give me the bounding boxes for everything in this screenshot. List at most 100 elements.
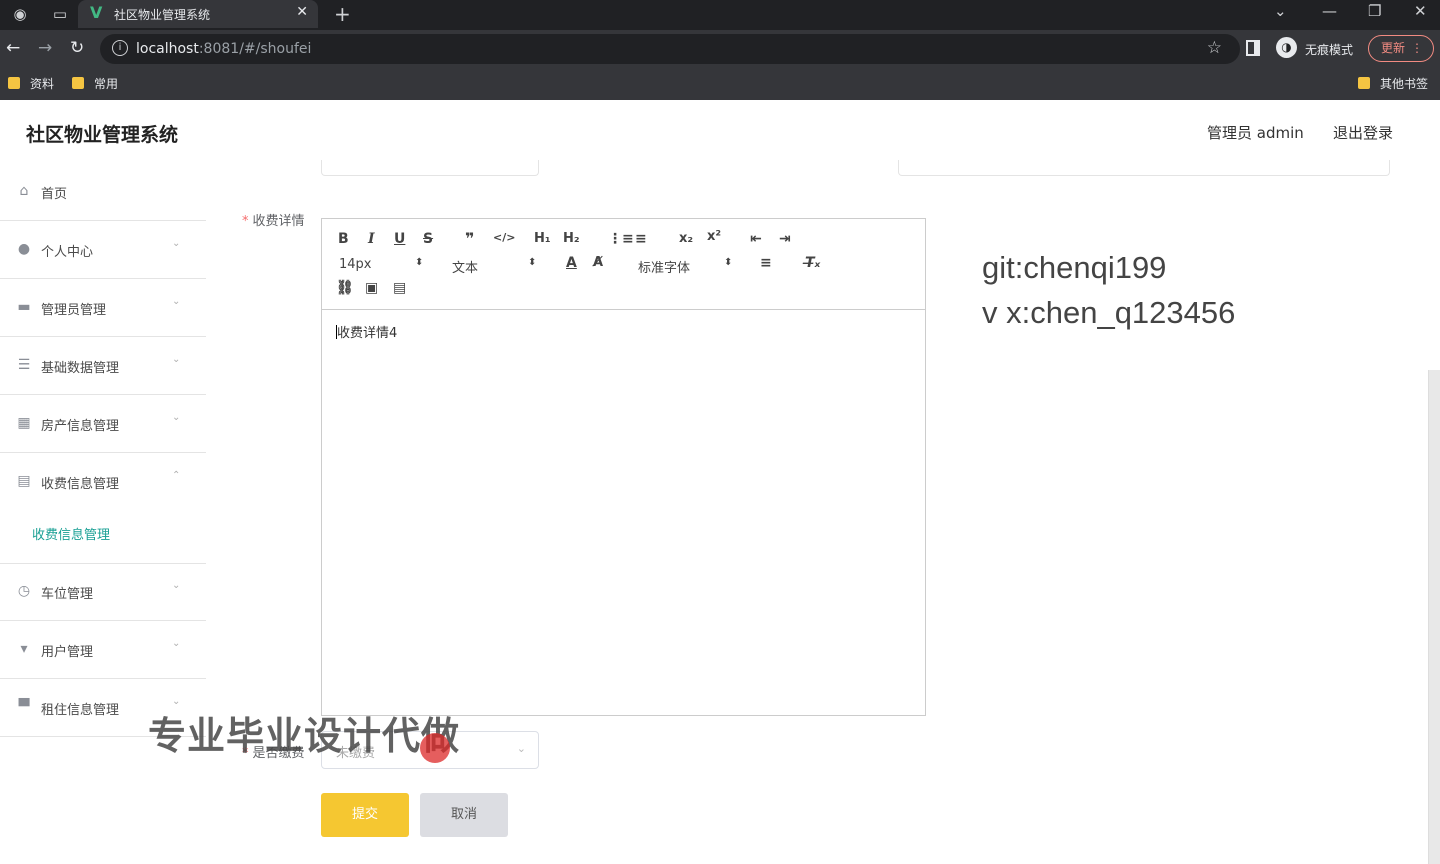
app-page: 社区物业管理系统 管理员 admin 退出登录 ⌂ 首页 ● 个人中心 ⌄ ▬ … bbox=[0, 100, 1440, 864]
list-icon: ☰ bbox=[17, 357, 31, 373]
editor-content-text: 收费详情4 bbox=[337, 326, 398, 341]
bookmark-folder-1[interactable]: 常用 bbox=[72, 75, 118, 92]
new-tab-button[interactable]: + bbox=[334, 2, 351, 26]
clipboard-icon: ▤ bbox=[17, 473, 31, 489]
indent-icon[interactable]: ⇥ bbox=[779, 231, 791, 247]
font-size-select[interactable]: 14px ⬍ bbox=[339, 257, 423, 272]
user-mgmt-icon: ▾ bbox=[20, 641, 28, 657]
chevron-down-icon: ⌄ bbox=[172, 580, 181, 591]
strike-icon[interactable]: S bbox=[423, 231, 433, 247]
browser-profile-icon[interactable]: ◉ bbox=[10, 4, 30, 24]
cancel-button[interactable]: 取消 bbox=[420, 793, 508, 837]
detail-label-text: 收费详情 bbox=[252, 214, 305, 229]
clear-format-icon[interactable]: T̶ₓ bbox=[805, 255, 820, 271]
sidebar-item-personal-center[interactable]: ● 个人中心 ⌄ bbox=[0, 222, 206, 279]
align-icon[interactable]: ≡ bbox=[760, 255, 772, 271]
address-bar[interactable]: i localhost:8081/#/shoufei ☆ bbox=[100, 34, 1240, 64]
sidebar-item-label: 基础数据管理 bbox=[41, 361, 120, 376]
outdent-icon[interactable]: ⇤ bbox=[750, 231, 762, 247]
sidebar-subitem-fee-info[interactable]: 收费信息管理 bbox=[32, 524, 110, 543]
select-arrow-icon: ⬍ bbox=[724, 257, 733, 268]
watermark-wechat: v x:chen_q123456 bbox=[982, 295, 1236, 330]
update-label: 更新 bbox=[1381, 41, 1406, 55]
chevron-down-icon: ⌄ bbox=[172, 412, 181, 423]
sidebar-item-base-data[interactable]: ☰ 基础数据管理 ⌄ bbox=[0, 338, 206, 395]
blockquote-icon[interactable]: ❞ bbox=[465, 229, 474, 248]
font-family-select[interactable]: 标准字体 ⬍ bbox=[638, 257, 732, 276]
sidebar-item-user-management[interactable]: ▾ 用户管理 ⌄ bbox=[0, 622, 206, 679]
minimize-icon[interactable]: — bbox=[1322, 2, 1337, 20]
sidebar-item-label: 收费信息管理 bbox=[41, 477, 120, 492]
font-size-value: 14px bbox=[339, 257, 372, 272]
detail-label: * 收费详情 bbox=[242, 210, 305, 229]
select-arrow-icon: ⬍ bbox=[415, 257, 424, 268]
back-icon[interactable]: ← bbox=[6, 38, 20, 58]
reload-icon[interactable]: ↻ bbox=[70, 38, 84, 58]
forward-icon[interactable]: → bbox=[38, 38, 52, 58]
editor-content[interactable]: 收费详情4 bbox=[336, 322, 397, 341]
incognito-label: 无痕模式 bbox=[1305, 43, 1354, 57]
tab-close-icon[interactable]: ✕ bbox=[296, 4, 308, 20]
restore-icon[interactable]: ❐ bbox=[1368, 2, 1381, 20]
page-scrollbar[interactable] bbox=[1428, 370, 1440, 864]
current-user: 管理员 admin bbox=[1207, 124, 1304, 142]
chevron-down-icon: ⌄ bbox=[172, 354, 181, 365]
more-menu-icon[interactable]: ⋮ bbox=[1411, 36, 1423, 61]
logout-link[interactable]: 退出登录 bbox=[1333, 122, 1393, 143]
select-arrow-icon: ⬍ bbox=[528, 257, 537, 268]
bullet-list-icon[interactable]: ≡ bbox=[635, 231, 647, 247]
header-select[interactable]: 文本 ⬍ bbox=[452, 257, 536, 276]
folder-icon bbox=[1358, 77, 1370, 89]
sidebar-item-fee-info[interactable]: ▤ 收费信息管理 ⌃ bbox=[0, 454, 206, 564]
form-field-top-left[interactable] bbox=[321, 160, 539, 176]
sidebar-item-label: 房产信息管理 bbox=[41, 419, 120, 434]
browser-tab[interactable]: V 社区物业管理系统 ✕ bbox=[78, 0, 318, 28]
rich-text-editor[interactable]: B I U S ❞ </> H₁ H₂ ⋮≡ ≡ x₂ x² ⇤ ⇥ 14px ⬍… bbox=[321, 218, 926, 716]
header-2-icon[interactable]: H₂ bbox=[563, 231, 580, 246]
chevron-down-icon: ⌄ bbox=[172, 638, 181, 649]
bookmark-star-icon[interactable]: ☆ bbox=[1207, 38, 1222, 58]
background-color-icon[interactable]: A̸ bbox=[593, 255, 603, 270]
url-host: localhost bbox=[136, 41, 199, 57]
code-block-icon[interactable]: </> bbox=[493, 231, 515, 244]
incognito-icon: ◑ bbox=[1276, 37, 1297, 58]
header-1-icon[interactable]: H₁ bbox=[534, 231, 551, 246]
app-header: 社区物业管理系统 管理员 admin 退出登录 bbox=[0, 100, 1440, 164]
tab-list-chevron-icon[interactable]: ⌄ bbox=[1274, 2, 1287, 20]
video-icon[interactable]: ▤ bbox=[393, 280, 406, 296]
superscript-icon[interactable]: x² bbox=[707, 229, 721, 244]
header-value: 文本 bbox=[452, 261, 479, 276]
image-icon[interactable]: ▣ bbox=[365, 280, 378, 296]
sidebar-item-admin-management[interactable]: ▬ 管理员管理 ⌄ bbox=[0, 280, 206, 337]
subscript-icon[interactable]: x₂ bbox=[679, 231, 693, 246]
link-icon[interactable]: ⛓ bbox=[336, 280, 354, 296]
sidebar-item-home[interactable]: ⌂ 首页 bbox=[0, 164, 206, 221]
tab-title: 社区物业管理系统 bbox=[114, 8, 211, 22]
form-field-top-right[interactable] bbox=[898, 160, 1390, 176]
sidebar-item-label: 管理员管理 bbox=[41, 303, 107, 318]
close-window-icon[interactable]: ✕ bbox=[1414, 2, 1427, 20]
other-bookmarks[interactable]: 其他书签 bbox=[1358, 75, 1428, 92]
italic-icon[interactable]: I bbox=[368, 231, 375, 247]
chevron-down-icon: ⌄ bbox=[172, 238, 181, 249]
underline-icon[interactable]: U bbox=[394, 231, 405, 247]
bookmark-folder-0[interactable]: 资料 bbox=[8, 75, 54, 92]
vue-logo-icon: V bbox=[90, 3, 103, 22]
sidebar-item-property-info[interactable]: ▦ 房产信息管理 ⌄ bbox=[0, 396, 206, 453]
admin-icon: ▬ bbox=[17, 299, 31, 315]
side-panel-icon[interactable] bbox=[1246, 40, 1260, 56]
tab-search-icon[interactable]: ▭ bbox=[50, 4, 70, 24]
submit-button[interactable]: 提交 bbox=[321, 793, 409, 837]
chevron-down-icon: ⌄ bbox=[516, 742, 526, 755]
update-button[interactable]: 更新 ⋮ bbox=[1368, 35, 1434, 62]
font-family-value: 标准字体 bbox=[638, 261, 691, 276]
ordered-list-icon[interactable]: ⋮≡ bbox=[608, 231, 634, 247]
monitor-icon: ▀ bbox=[18, 699, 30, 715]
font-color-icon[interactable]: A bbox=[566, 255, 577, 271]
home-icon: ⌂ bbox=[19, 183, 29, 199]
app-title: 社区物业管理系统 bbox=[26, 124, 179, 146]
sidebar-item-parking[interactable]: ◷ 车位管理 ⌄ bbox=[0, 564, 206, 621]
url-text[interactable]: localhost:8081/#/shoufei bbox=[136, 41, 311, 57]
bold-icon[interactable]: B bbox=[338, 231, 349, 247]
site-info-icon[interactable]: i bbox=[112, 40, 128, 56]
